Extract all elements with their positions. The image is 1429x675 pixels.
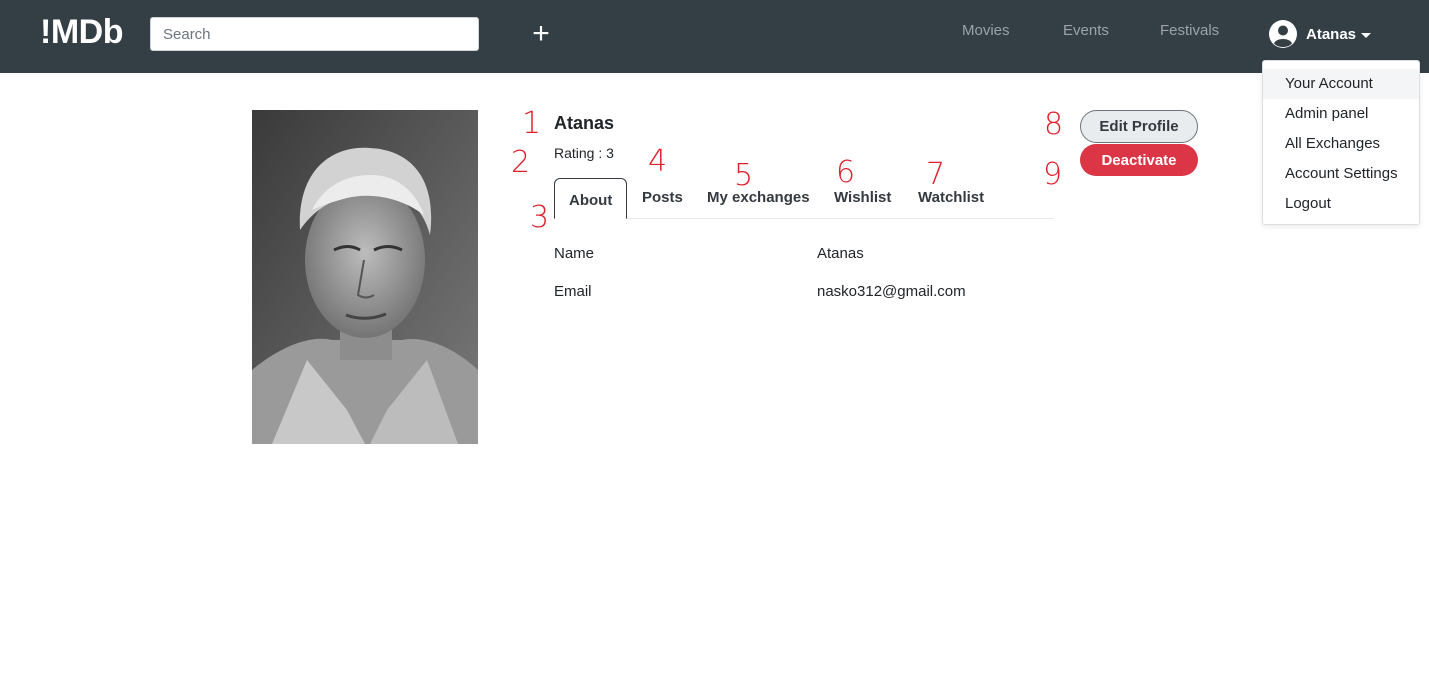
dropdown-item-your-account[interactable]: Your Account: [1263, 69, 1419, 99]
tab-posts[interactable]: Posts: [642, 186, 683, 219]
tab-my-exchanges[interactable]: My exchanges: [707, 186, 810, 219]
search-input[interactable]: [150, 17, 479, 51]
nav-link-events[interactable]: Events: [1063, 22, 1109, 40]
field-label-name: Name: [554, 245, 595, 262]
user-avatar-icon: [1269, 20, 1297, 48]
field-value-name: Atanas: [817, 245, 864, 262]
caret-down-icon: [1361, 32, 1372, 38]
nav-link-festivals[interactable]: Festivals: [1160, 22, 1219, 40]
field-label-email: Email: [554, 283, 592, 300]
profile-username: Atanas: [554, 113, 615, 133]
brand-logo[interactable]: !MDb: [40, 12, 123, 52]
dropdown-item-logout[interactable]: Logout: [1263, 189, 1419, 219]
edit-profile-button[interactable]: Edit Profile: [1080, 110, 1198, 143]
tab-wishlist[interactable]: Wishlist: [834, 186, 891, 219]
field-value-email: nasko312@gmail.com: [817, 283, 966, 300]
add-icon[interactable]: +: [529, 19, 553, 49]
annotation-9: 9: [1043, 157, 1063, 192]
annotation-8: 8: [1044, 107, 1064, 142]
annotation-4: 4: [648, 144, 668, 179]
dropdown-item-account-settings[interactable]: Account Settings: [1263, 159, 1419, 189]
user-name-label: Atanas: [1306, 25, 1357, 43]
nav-link-movies[interactable]: Movies: [962, 22, 1010, 40]
profile-rating: Rating : 3: [554, 145, 614, 161]
user-menu-toggle[interactable]: Atanas: [1268, 18, 1372, 50]
annotation-3: 3: [530, 200, 550, 235]
annotation-6: 6: [836, 155, 856, 190]
tab-about[interactable]: About: [554, 178, 628, 219]
top-navbar: !MDb + Movies Events Festivals Atanas: [0, 0, 1429, 73]
user-dropdown-menu: Your Account Admin panel All Exchanges A…: [1262, 60, 1420, 225]
profile-portrait-image: [252, 110, 478, 444]
tab-watchlist[interactable]: Watchlist: [918, 186, 984, 219]
deactivate-button[interactable]: Deactivate: [1080, 144, 1198, 176]
dropdown-item-admin-panel[interactable]: Admin panel: [1263, 99, 1419, 129]
profile-photo: [252, 110, 478, 444]
annotation-1: 1: [522, 106, 542, 141]
annotation-2: 2: [511, 145, 531, 180]
dropdown-item-all-exchanges[interactable]: All Exchanges: [1263, 129, 1419, 159]
